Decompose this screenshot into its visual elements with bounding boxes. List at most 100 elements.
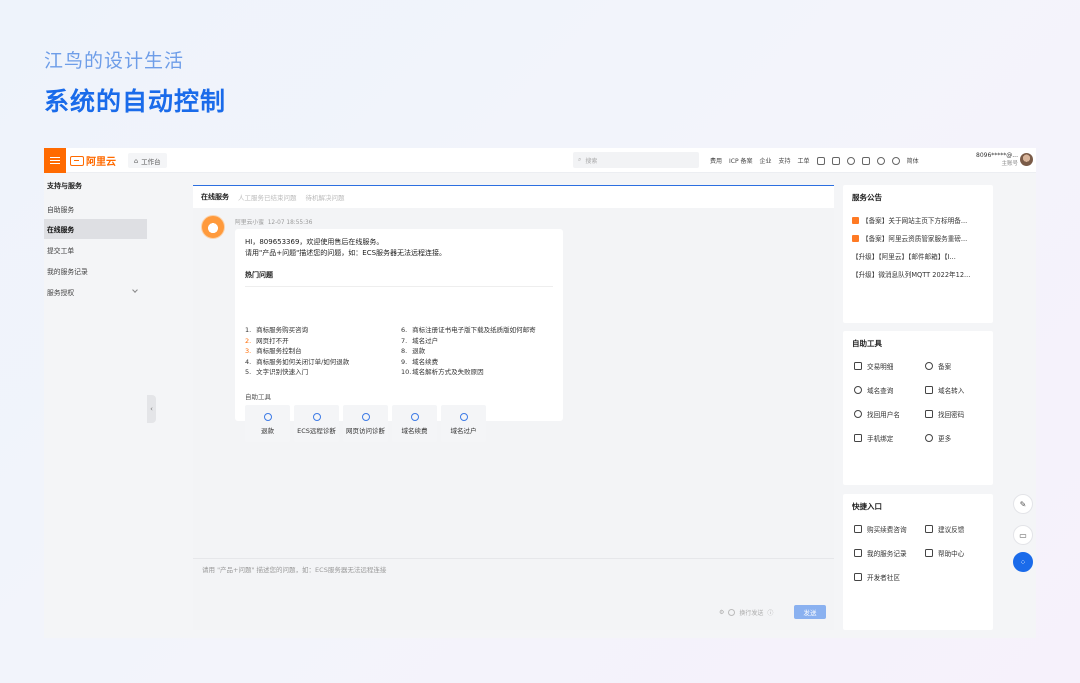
enter-toggle[interactable] <box>728 609 736 616</box>
search-input[interactable]: ⌕ 搜索 <box>573 152 699 168</box>
avatar[interactable] <box>1020 153 1033 166</box>
bell-icon[interactable] <box>846 156 855 165</box>
link-support[interactable]: 支持 <box>779 156 791 165</box>
tool-domain-search[interactable]: 域名查询 <box>854 385 893 395</box>
notice-item[interactable]: 【升级】【阿里云】【邮件邮箱】【I... <box>852 251 984 261</box>
language-switch[interactable]: 简体 <box>907 156 919 165</box>
tool-refund-button[interactable]: 退款 <box>245 405 290 442</box>
quick-purchase-consult[interactable]: 购买续费咨询 <box>854 524 907 534</box>
location-icon[interactable] <box>876 156 885 165</box>
brand-title: 江鸟的设计生活 <box>44 50 185 72</box>
notice-panel: 服务公告 【备案】关于网站主页下方标明备... 【备案】阿里云资质管家服务重磅.… <box>843 185 993 323</box>
tool-domain-transfer-in[interactable]: 域名转入 <box>925 385 964 395</box>
more-icon <box>925 434 933 442</box>
sidebar-item-authorization[interactable]: 服务授权 <box>44 282 147 302</box>
tool-transactions[interactable]: 交易明细 <box>854 361 893 371</box>
message-icon: ▭ <box>1019 530 1027 540</box>
tool-domain-transfer-button[interactable]: 域名过户 <box>441 405 486 442</box>
tool-web-diagnose-button[interactable]: 网页访问诊断 <box>343 405 388 442</box>
question-item[interactable]: 6. 商标注册证书电子版下载及纸质版如何邮寄 <box>401 325 536 336</box>
notice-item[interactable]: 【升级】微消息队列MQTT 2022年12... <box>852 269 984 279</box>
workbench-label: 工作台 <box>141 157 161 166</box>
message-bubble: HI，809653369，欢迎使用售后在线服务。 请用"产品+问题"描述您的问题… <box>235 229 563 442</box>
composer-options: ⚙ 换行发送 ⓘ <box>719 608 773 617</box>
sidebar-item-submit-ticket[interactable]: 提交工单 <box>44 240 147 260</box>
question-item[interactable]: 8. 退款 <box>401 346 536 357</box>
account-info[interactable]: 8096*****@... 主账号 <box>972 151 1018 169</box>
message-composer[interactable]: 请用 "产品+问题" 描述您的问题，如：ECS服务器无法远程连接 ⚙ 换行发送 … <box>193 558 834 630</box>
sidebar: 支持与服务 自助服务 在线服务 提交工单 我的服务记录 服务授权 <box>44 173 147 638</box>
notice-title: 服务公告 <box>852 193 882 202</box>
quick-dev-community[interactable]: 开发者社区 <box>854 572 900 582</box>
account-name: 8096*****@... <box>976 152 1018 159</box>
link-enterprise[interactable]: 企业 <box>760 156 772 165</box>
tool-ecs-diagnose-button[interactable]: ECS远程诊断 <box>294 405 339 442</box>
top-links: 费用 ICP 备案 企业 支持 工单 简体 <box>710 148 919 173</box>
tab-pending[interactable]: 待机解决问题 <box>306 192 345 202</box>
question-item[interactable]: 4. 商标服务如何关闭订单/如何退款 <box>245 357 349 368</box>
cart-icon[interactable] <box>861 156 870 165</box>
logo-text: 阿里云 <box>86 157 116 168</box>
question-item[interactable]: 1. 商标服务购买咨询 <box>245 325 349 336</box>
help-icon[interactable] <box>891 156 900 165</box>
notice-item[interactable]: 【备案】阿里云资质管家服务重磅... <box>852 233 984 243</box>
sidebar-item-online-service[interactable]: 在线服务 <box>44 219 147 239</box>
apps-fab[interactable]: ⁘ <box>1013 552 1033 572</box>
question-item[interactable]: 3. 商标服务控制台 <box>245 346 349 357</box>
tool-domain-renew-button[interactable]: 域名续费 <box>392 405 437 442</box>
tool-bind-phone[interactable]: 手机绑定 <box>854 433 893 443</box>
account-type: 主账号 <box>1001 161 1018 167</box>
settings-icon[interactable]: ⚙ <box>719 609 724 616</box>
tab-ended[interactable]: 人工服务已结束问题 <box>238 192 297 202</box>
chat-icon <box>854 525 862 533</box>
self-tools-label: 自助工具 <box>245 393 271 401</box>
notice-item[interactable]: 【备案】关于网站主页下方标明备... <box>852 215 984 225</box>
edit-icon <box>925 525 933 533</box>
notice-tag-icon <box>852 216 859 224</box>
question-item[interactable]: 7. 域名过户 <box>401 336 536 347</box>
tool-icp[interactable]: 备案 <box>925 361 951 371</box>
image-icon[interactable] <box>831 156 840 165</box>
hamburger-menu-button[interactable] <box>44 148 66 173</box>
sidebar-item-label: 在线服务 <box>47 226 75 234</box>
link-icp[interactable]: ICP 备案 <box>729 156 753 165</box>
message-fab[interactable]: ▭ <box>1013 525 1033 545</box>
bot-avatar <box>201 215 225 239</box>
composer-placeholder: 请用 "产品+问题" 描述您的问题，如：ECS服务器无法远程连接 <box>202 566 387 574</box>
sidebar-item-service-records[interactable]: 我的服务记录 <box>44 261 147 281</box>
phone-icon <box>854 434 862 442</box>
home-icon: ⌂ <box>134 156 139 165</box>
question-item[interactable]: 9. 域名续费 <box>401 357 536 368</box>
link-fee[interactable]: 费用 <box>710 156 722 165</box>
book-icon <box>925 549 933 557</box>
question-item[interactable]: 10. 域名解析方式及失败原因 <box>401 367 536 378</box>
tool-more[interactable]: 更多 <box>925 433 951 443</box>
tool-find-username[interactable]: 找回用户名 <box>854 409 900 419</box>
self-tool-grid: 退款 ECS远程诊断 网页访问诊断 域名续费 域名过户 <box>245 405 486 442</box>
sidebar-collapse-handle[interactable]: ‹ <box>147 395 156 423</box>
quick-entry-title: 快捷入口 <box>852 502 882 511</box>
quick-service-records[interactable]: 我的服务记录 <box>854 548 907 558</box>
quick-feedback[interactable]: 建议反馈 <box>925 524 964 534</box>
refund-icon <box>263 412 272 421</box>
tool-find-password[interactable]: 找回密码 <box>925 409 964 419</box>
greeting-line-1: HI，809653369，欢迎使用售后在线服务。 <box>245 238 384 246</box>
feedback-fab[interactable]: ✎ <box>1013 494 1033 514</box>
question-item[interactable]: 2. 网页打不开 <box>245 336 349 347</box>
divider <box>245 286 553 287</box>
link-ticket[interactable]: 工单 <box>798 156 810 165</box>
tab-online-service[interactable]: 在线服务 <box>201 192 229 202</box>
send-button[interactable]: 发送 <box>794 605 826 619</box>
terminal-icon[interactable] <box>816 156 825 165</box>
questions-right: 6. 商标注册证书电子版下载及纸质版如何邮寄 7. 域名过户 8. 退款 9. … <box>401 325 536 378</box>
quick-help-center[interactable]: 帮助中心 <box>925 548 964 558</box>
hamburger-icon <box>50 159 60 162</box>
lock-icon <box>925 410 933 418</box>
aliyun-logo[interactable]: 阿里云 <box>70 153 116 168</box>
workbench-button[interactable]: ⌂ 工作台 <box>128 153 167 168</box>
greeting-line-2: 请用"产品+问题"描述您的问题，如：ECS服务器无法远程连接。 <box>245 249 447 257</box>
browser-icon <box>361 412 370 421</box>
monitor-icon <box>312 412 321 421</box>
sidebar-item-self-service[interactable]: 自助服务 <box>44 199 147 219</box>
question-item[interactable]: 5. 文字识别快速入门 <box>245 367 349 378</box>
